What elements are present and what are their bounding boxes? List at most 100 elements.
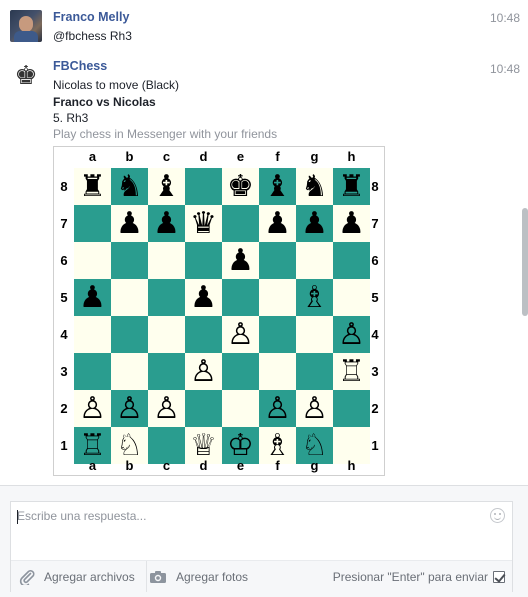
square-e6[interactable]: ♟	[222, 242, 259, 279]
sender-name[interactable]: Franco Melly	[53, 10, 129, 24]
chess-piece[interactable]: ♙	[153, 390, 180, 427]
square-a6[interactable]	[74, 242, 111, 279]
square-f2[interactable]: ♙	[259, 390, 296, 427]
enter-to-send-checkbox[interactable]	[493, 570, 505, 583]
square-b4[interactable]	[111, 316, 148, 353]
square-a5[interactable]: ♟	[74, 279, 111, 316]
square-c5[interactable]	[148, 279, 185, 316]
chess-piece[interactable]: ♙	[116, 390, 143, 427]
square-d7[interactable]: ♛	[185, 205, 222, 242]
chess-piece[interactable]: ♟	[264, 205, 291, 242]
square-f5[interactable]	[259, 279, 296, 316]
chess-piece[interactable]: ♞	[116, 168, 143, 205]
chess-piece[interactable]: ♟	[227, 242, 254, 279]
square-g5[interactable]: ♗	[296, 279, 333, 316]
square-c2[interactable]: ♙	[148, 390, 185, 427]
chess-piece[interactable]: ♖	[338, 353, 365, 390]
chess-piece[interactable]: ♟	[79, 279, 106, 316]
chess-piece[interactable]: ♟	[116, 205, 143, 242]
chess-piece[interactable]: ♜	[79, 168, 106, 205]
square-d2[interactable]	[185, 390, 222, 427]
square-f3[interactable]	[259, 353, 296, 390]
square-d8[interactable]	[185, 168, 222, 205]
square-b6[interactable]	[111, 242, 148, 279]
square-c4[interactable]	[148, 316, 185, 353]
square-c8[interactable]: ♝	[148, 168, 185, 205]
square-a7[interactable]	[74, 205, 111, 242]
square-h6[interactable]	[333, 242, 370, 279]
chess-piece[interactable]: ♝	[264, 168, 291, 205]
square-f7[interactable]: ♟	[259, 205, 296, 242]
emoji-icon[interactable]	[490, 508, 505, 523]
square-h8[interactable]: ♜	[333, 168, 370, 205]
square-e8[interactable]: ♚	[222, 168, 259, 205]
chess-piece[interactable]: ♟	[190, 279, 217, 316]
square-e4[interactable]: ♙	[222, 316, 259, 353]
square-e5[interactable]	[222, 279, 259, 316]
chess-piece[interactable]: ♙	[227, 316, 254, 353]
square-g3[interactable]	[296, 353, 333, 390]
square-f4[interactable]	[259, 316, 296, 353]
chess-piece[interactable]: ♙	[301, 390, 328, 427]
attach-files-label: Agregar archivos	[44, 569, 135, 584]
square-h5[interactable]	[333, 279, 370, 316]
rank-label: 5	[60, 290, 68, 305]
chess-king-icon[interactable]: ♚	[10, 61, 42, 93]
chess-piece[interactable]: ♗	[301, 279, 328, 316]
square-b3[interactable]	[111, 353, 148, 390]
add-photos-button[interactable]: Agregar fotos	[149, 561, 267, 592]
square-g7[interactable]: ♟	[296, 205, 333, 242]
square-f8[interactable]: ♝	[259, 168, 296, 205]
square-a4[interactable]	[74, 316, 111, 353]
chess-piece[interactable]: ♙	[338, 316, 365, 353]
avatar[interactable]	[10, 10, 42, 42]
chess-piece[interactable]: ♞	[301, 168, 328, 205]
chess-piece[interactable]: ♟	[338, 205, 365, 242]
square-a8[interactable]: ♜	[74, 168, 111, 205]
thread-scrollbar[interactable]	[522, 208, 528, 316]
square-b7[interactable]: ♟	[111, 205, 148, 242]
square-b8[interactable]: ♞	[111, 168, 148, 205]
rank-label: 7	[60, 216, 68, 231]
square-e3[interactable]	[222, 353, 259, 390]
square-g6[interactable]	[296, 242, 333, 279]
chess-piece[interactable]: ♜	[338, 168, 365, 205]
square-d4[interactable]	[185, 316, 222, 353]
square-a2[interactable]: ♙	[74, 390, 111, 427]
file-label: c	[162, 149, 171, 164]
chess-piece[interactable]: ♝	[153, 168, 180, 205]
square-d6[interactable]	[185, 242, 222, 279]
square-h7[interactable]: ♟	[333, 205, 370, 242]
chess-piece[interactable]: ♙	[264, 390, 291, 427]
square-g4[interactable]	[296, 316, 333, 353]
square-g8[interactable]: ♞	[296, 168, 333, 205]
square-h4[interactable]: ♙	[333, 316, 370, 353]
square-b2[interactable]: ♙	[111, 390, 148, 427]
square-b5[interactable]	[111, 279, 148, 316]
square-a3[interactable]	[74, 353, 111, 390]
square-e2[interactable]	[222, 390, 259, 427]
attach-files-button[interactable]: Agregar archivos	[19, 561, 147, 592]
chess-piece[interactable]: ♟	[301, 205, 328, 242]
chess-piece[interactable]: ♛	[190, 205, 217, 242]
chess-board[interactable]: ♜ ♞ ♝ ♚ ♝ ♞ ♜ ♟ ♟ ♛ ♟ ♟ ♟ ♟ ♟ ♟ ♗ ♙ ♙ ♙ ♖ ♙ ♙ ♙ ♙ ♙ ♖ ♘ ♕ ♔ ♗ ♘ aabbccd…	[53, 146, 385, 476]
sender-name[interactable]: FBChess	[53, 59, 107, 73]
square-h2[interactable]	[333, 390, 370, 427]
square-h3[interactable]: ♖	[333, 353, 370, 390]
chess-piece[interactable]: ♟	[153, 205, 180, 242]
square-c3[interactable]	[148, 353, 185, 390]
square-f6[interactable]	[259, 242, 296, 279]
square-e7[interactable]	[222, 205, 259, 242]
square-c6[interactable]	[148, 242, 185, 279]
square-g2[interactable]: ♙	[296, 390, 333, 427]
square-d3[interactable]: ♙	[185, 353, 222, 390]
file-label: b	[125, 458, 134, 473]
rank-label: 2	[371, 401, 379, 416]
chess-piece[interactable]: ♙	[190, 353, 217, 390]
square-c7[interactable]: ♟	[148, 205, 185, 242]
board-grid[interactable]: ♜ ♞ ♝ ♚ ♝ ♞ ♜ ♟ ♟ ♛ ♟ ♟ ♟ ♟ ♟ ♟ ♗ ♙ ♙ ♙ ♖ ♙ ♙ ♙ ♙ ♙ ♖ ♘ ♕ ♔ ♗ ♘	[74, 168, 370, 464]
square-d5[interactable]: ♟	[185, 279, 222, 316]
reply-input[interactable]	[11, 502, 512, 559]
chess-piece[interactable]: ♚	[227, 168, 254, 205]
chess-piece[interactable]: ♙	[79, 390, 106, 427]
